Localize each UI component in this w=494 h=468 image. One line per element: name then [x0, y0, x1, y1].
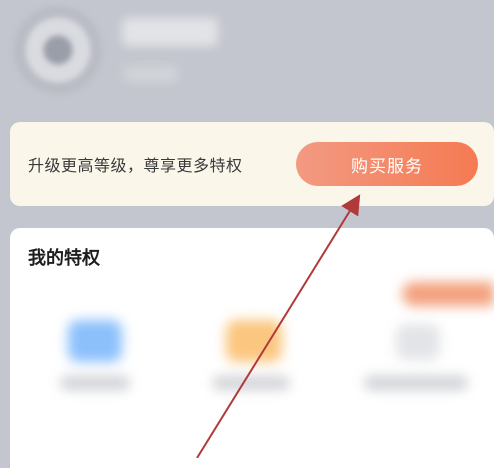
user-subtitle-blurred: [124, 66, 178, 82]
buy-service-button[interactable]: 购买服务: [296, 142, 478, 186]
user-header: [0, 0, 494, 120]
privileges-title: 我的特权: [28, 248, 100, 269]
my-privileges-card: 我的特权: [10, 228, 494, 468]
username-blurred: [122, 18, 218, 46]
upgrade-text: 升级更高等级，尊享更多特权: [28, 156, 243, 175]
blur-overlay: [10, 274, 494, 468]
upgrade-banner: 升级更高等级，尊享更多特权 购买服务: [10, 122, 494, 206]
avatar[interactable]: [14, 6, 102, 94]
